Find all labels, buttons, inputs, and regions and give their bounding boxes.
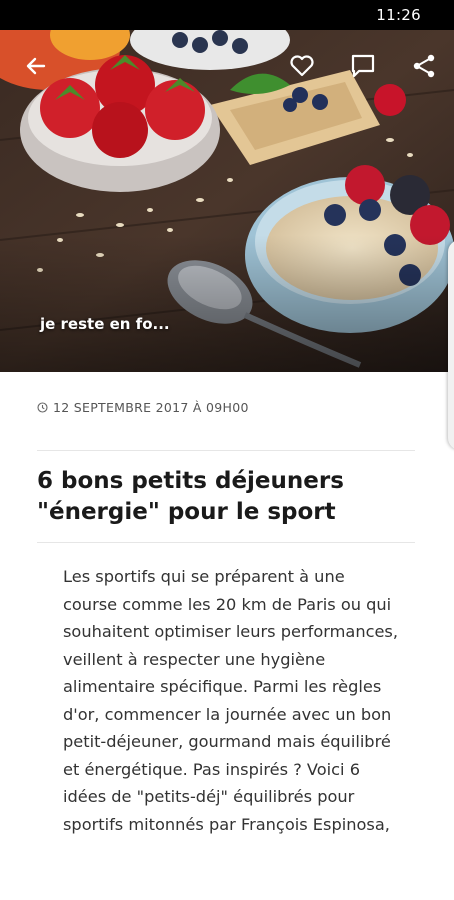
comment-button[interactable] (349, 52, 377, 80)
heart-icon (290, 55, 314, 77)
arrow-left-icon (26, 57, 46, 75)
comment-icon (351, 54, 375, 78)
divider (37, 542, 415, 543)
article-date-text: 12 SEPTEMBRE 2017 À 09H00 (53, 400, 249, 415)
article-date: 12 SEPTEMBRE 2017 À 09H00 (37, 400, 249, 415)
status-bar: 11:26 (0, 0, 454, 30)
article-title: 6 bons petits déjeuners "énergie" pour l… (37, 468, 344, 525)
back-button[interactable] (22, 52, 50, 80)
favorite-button[interactable] (288, 52, 316, 80)
article-intro: Les sportifs qui se préparent à une cour… (63, 567, 399, 834)
clock-icon (37, 402, 48, 413)
edge-panel-handle[interactable] (448, 240, 454, 450)
hero-image: je reste en fo... (0, 30, 454, 372)
hero-caption: je reste en fo... (40, 315, 170, 333)
share-icon (413, 54, 435, 78)
divider (37, 450, 415, 451)
share-button[interactable] (410, 52, 438, 80)
status-time: 11:26 (376, 6, 421, 24)
